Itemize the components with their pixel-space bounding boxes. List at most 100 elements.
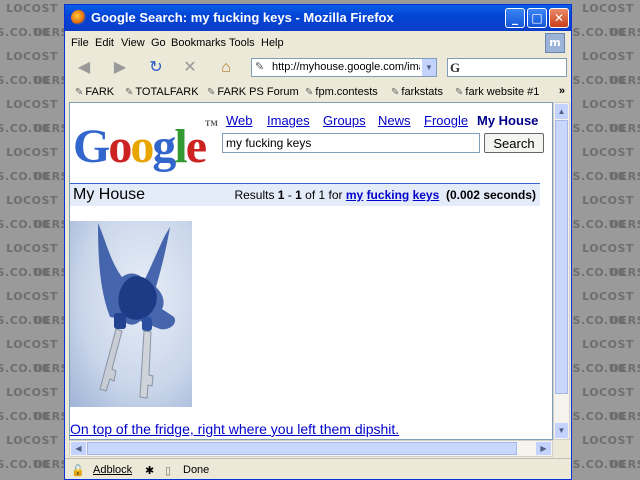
bookmark-item[interactable]: ✎ fpm.contests <box>305 86 378 98</box>
forward-arrow-icon[interactable]: ▶ <box>109 57 131 79</box>
watermark-text: DERS.CO.UK <box>610 458 640 471</box>
google-logo[interactable]: GoogleTM <box>73 119 218 174</box>
watermark-text: DERS.CO.UK <box>0 362 52 375</box>
logo-letter: l <box>174 120 187 173</box>
watermark-text: DERS.CO.UK <box>610 314 640 327</box>
tab-groups[interactable]: Groups <box>323 113 366 128</box>
bookmark-item[interactable]: ✎ farkstats <box>391 86 443 98</box>
home-icon[interactable]: ⌂ <box>215 57 237 79</box>
maximize-button[interactable]: □ <box>527 8 547 28</box>
menu-view[interactable]: View <box>121 37 145 49</box>
page-icon: ▯ <box>165 465 172 477</box>
window-title: Google Search: my fucking keys - Mozilla… <box>91 10 394 25</box>
watermark-text: DERS.CO.UK <box>610 362 640 375</box>
bookmarks-more-button[interactable]: » <box>559 85 565 97</box>
keys-icon <box>98 223 176 399</box>
horizontal-scroll-thumb[interactable] <box>87 442 517 455</box>
watermark-text: DERS.CO.UK <box>610 218 640 231</box>
bookmark-item[interactable]: ✎ FARK <box>75 86 114 98</box>
keys-photo[interactable] <box>70 221 192 407</box>
watermark-text: DERS.CO.UK <box>610 74 640 87</box>
horizontal-scrollbar[interactable]: ◀ ▶ <box>69 440 553 457</box>
tab-news[interactable]: News <box>378 113 411 128</box>
section-title: My House <box>73 186 146 203</box>
title-bar[interactable]: Google Search: my fucking keys - Mozilla… <box>65 5 571 31</box>
scroll-left-arrow-icon[interactable]: ◀ <box>71 442 86 455</box>
watermark-text: LOCOST <box>6 434 58 447</box>
menu-tools[interactable]: Tools <box>229 37 255 49</box>
bookmark-item[interactable]: ✎ FARK PS Forum <box>207 86 299 98</box>
tab-web[interactable]: Web <box>226 113 253 128</box>
results-stats: Results 1 - 1 of 1 for my fucking keys (… <box>234 188 536 202</box>
url-text[interactable]: http://myhouse.google.com/ima <box>272 59 420 76</box>
back-arrow-icon[interactable]: ◀ <box>73 57 95 79</box>
scroll-up-arrow-icon[interactable]: ▲ <box>555 104 568 119</box>
firefox-icon <box>71 10 86 25</box>
menu-file[interactable]: File <box>71 37 89 49</box>
query-term-link[interactable]: fucking <box>367 188 410 202</box>
menu-bookmarks[interactable]: Bookmarks <box>171 37 226 49</box>
watermark-text: LOCOST <box>6 2 58 15</box>
search-button[interactable]: Search <box>484 133 544 153</box>
watermark-text: LOCOST <box>6 338 58 351</box>
watermark-text: LOCOST <box>582 194 634 207</box>
vertical-scrollbar[interactable]: ▲ ▼ <box>553 102 570 440</box>
watermark-text: LOCOST <box>582 434 634 447</box>
tab-images[interactable]: Images <box>267 113 310 128</box>
adblock-button[interactable]: Adblock <box>93 464 132 476</box>
query-term-link[interactable]: keys <box>413 188 440 202</box>
menu-help[interactable]: Help <box>261 37 284 49</box>
reload-icon[interactable]: ↻ <box>145 57 167 79</box>
bookmark-icon: ✎ <box>455 87 464 98</box>
menu-bar: File Edit View Go Bookmarks Tools Help <box>65 32 571 54</box>
results-bar: My House Results 1 - 1 of 1 for my fucki… <box>70 183 540 206</box>
vertical-scroll-thumb[interactable] <box>555 120 568 394</box>
watermark-text: LOCOST <box>582 98 634 111</box>
watermark-text: LOCOST <box>6 386 58 399</box>
stop-icon[interactable]: ✕ <box>179 57 201 79</box>
watermark-text: DERS.CO.UK <box>610 410 640 423</box>
watermark-text: DERS.CO.UK <box>610 122 640 135</box>
lock-icon[interactable]: 🔓 <box>71 464 85 477</box>
watermark-text: LOCOST <box>6 146 58 159</box>
bookmark-item[interactable]: ✎ TOTALFARK <box>125 86 199 98</box>
menu-go[interactable]: Go <box>151 37 166 49</box>
result-link[interactable]: On top of the fridge, right where you le… <box>70 421 399 437</box>
logo-letter: o <box>108 120 132 173</box>
chevron-down-icon[interactable]: ▼ <box>422 59 436 76</box>
watermark-text: DERS.CO.UK <box>0 74 52 87</box>
search-input[interactable] <box>222 133 480 153</box>
page-icon: ✎ <box>255 61 265 73</box>
watermark-text: DERS.CO.UK <box>0 314 52 327</box>
watermark-text: LOCOST <box>6 242 58 255</box>
minimize-button[interactable]: _ <box>505 8 525 28</box>
status-text: Done <box>183 464 210 476</box>
google-search-engine-icon[interactable]: G <box>450 60 460 75</box>
watermark-text: LOCOST <box>582 338 634 351</box>
tab-froogle[interactable]: Froogle <box>424 113 468 128</box>
watermark-text: LOCOST <box>6 290 58 303</box>
bookmark-icon: ✎ <box>75 87 84 98</box>
throbber-icon: m <box>545 33 565 53</box>
url-bar[interactable]: ✎ http://myhouse.google.com/ima ▼ <box>251 58 437 77</box>
watermark-text: LOCOST <box>582 242 634 255</box>
menu-edit[interactable]: Edit <box>95 37 114 49</box>
close-button[interactable]: ✕ <box>549 8 569 28</box>
search-bar[interactable]: G <box>447 58 567 77</box>
navigation-toolbar: ◀ ▶ ↻ ✕ ⌂ ✎ http://myhouse.google.com/im… <box>65 54 571 82</box>
watermark-text: LOCOST <box>6 98 58 111</box>
scroll-down-arrow-icon[interactable]: ▼ <box>555 423 568 438</box>
logo-letter: g <box>152 120 176 173</box>
status-bar: 🔓 Adblock ✱ ▯ Done <box>65 458 571 480</box>
scroll-right-arrow-icon[interactable]: ▶ <box>536 442 551 455</box>
tab-my-house: My House <box>477 113 539 128</box>
watermark-text: DERS.CO.UK <box>610 26 640 39</box>
bug-icon[interactable]: ✱ <box>145 464 154 477</box>
bookmark-item[interactable]: ✎ fark website #1 <box>455 86 539 98</box>
watermark-text: LOCOST <box>582 146 634 159</box>
page-content: GoogleTM Web Images Groups News Froogle … <box>69 102 553 440</box>
bookmark-icon: ✎ <box>391 87 400 98</box>
watermark-text: LOCOST <box>582 2 634 15</box>
watermark-text: DERS.CO.UK <box>0 458 52 471</box>
query-term-link[interactable]: my <box>346 188 363 202</box>
